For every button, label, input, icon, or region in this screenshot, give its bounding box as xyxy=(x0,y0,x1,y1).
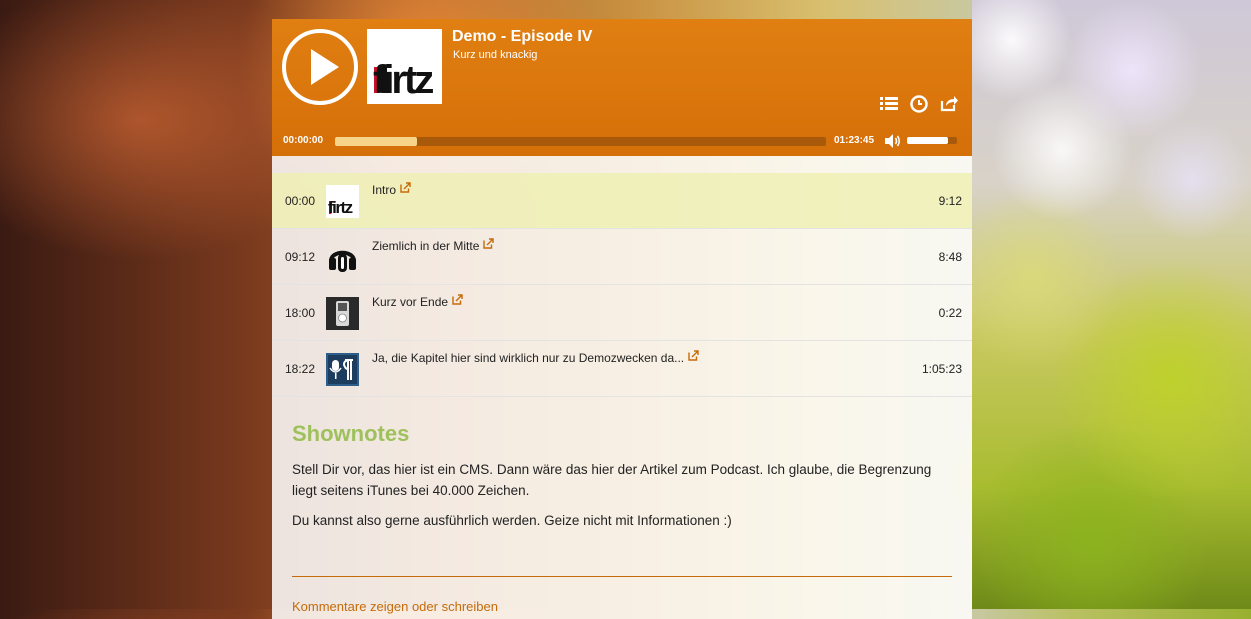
external-link-icon[interactable] xyxy=(400,182,411,193)
share-icon[interactable] xyxy=(939,93,959,113)
background-image xyxy=(972,0,1251,609)
chapter-start-time: 18:22 xyxy=(285,362,316,376)
clock-icon[interactable] xyxy=(909,93,929,113)
shownotes-section: Shownotes Stell Dir vor, das hier ist ei… xyxy=(292,421,952,540)
progress-fill xyxy=(335,137,418,146)
volume-slider[interactable] xyxy=(907,137,957,144)
volume-icon[interactable] xyxy=(884,133,902,149)
chapter-title[interactable]: Kurz vor Ende xyxy=(372,294,463,309)
current-time: 00:00:00 xyxy=(283,135,324,146)
external-link-icon[interactable] xyxy=(452,294,463,305)
volume-fill xyxy=(907,137,948,144)
chapter-title[interactable]: Ja, die Kapitel hier sind wirklich nur z… xyxy=(372,350,699,365)
chapter-duration: 9:12 xyxy=(938,194,962,208)
divider xyxy=(292,576,952,577)
episode-title: Demo - Episode IV xyxy=(452,28,593,45)
podcast-mic-icon xyxy=(326,353,359,386)
total-time: 01:23:45 xyxy=(834,135,875,146)
chapter-title[interactable]: Ziemlich in der Mitte xyxy=(372,238,495,253)
chapter-duration: 8:48 xyxy=(938,250,962,264)
chapter-start-time: 00:00 xyxy=(285,194,316,208)
chapter-list: 00:00 firtz Intro 9:12 09:12 Ziemlich in… xyxy=(272,173,972,397)
chapter-row[interactable]: 18:00 Kurz vor Ende 0:22 xyxy=(272,285,972,341)
chapter-duration: 0:22 xyxy=(938,306,962,320)
play-icon xyxy=(311,49,339,85)
shownotes-paragraph: Du kannst also gerne ausführlich werden.… xyxy=(292,513,732,528)
svg-text:firtz: firtz xyxy=(328,198,353,217)
play-button[interactable] xyxy=(282,29,358,105)
chapter-start-time: 09:12 xyxy=(285,250,316,264)
chapters-list-icon[interactable] xyxy=(879,93,899,113)
headphones-icon xyxy=(326,241,359,274)
podcast-player: firtz Demo - Episode IV Kurz und knackig xyxy=(272,19,972,619)
episode-subtitle: Kurz und knackig xyxy=(453,49,538,61)
comments-link[interactable]: Kommentare zeigen oder schreiben xyxy=(292,599,498,614)
chapter-title[interactable]: Intro xyxy=(372,182,411,197)
external-link-icon[interactable] xyxy=(483,238,495,249)
svg-text:firtz: firtz xyxy=(373,58,433,102)
firtz-logo: firtz xyxy=(326,185,359,218)
chapter-row[interactable]: 00:00 firtz Intro 9:12 xyxy=(272,173,972,229)
shownotes-heading: Shownotes xyxy=(292,421,410,446)
firtz-logo: firtz xyxy=(367,29,442,104)
chapter-row[interactable]: 09:12 Ziemlich in der Mitte 8:48 xyxy=(272,229,972,285)
external-link-icon[interactable] xyxy=(688,350,699,361)
chapter-duration: 1:05:23 xyxy=(921,362,962,376)
progress-bar[interactable] xyxy=(335,137,826,146)
player-header: firtz Demo - Episode IV Kurz und knackig xyxy=(272,19,972,156)
chapter-start-time: 18:00 xyxy=(285,306,316,320)
chapter-row[interactable]: 18:22 Ja, die Kapitel hier sind wirklich… xyxy=(272,341,972,397)
ipod-icon xyxy=(326,297,359,330)
episode-cover: firtz xyxy=(367,29,442,104)
shownotes-paragraph: Stell Dir vor, das hier ist ein CMS. Dan… xyxy=(292,462,932,498)
